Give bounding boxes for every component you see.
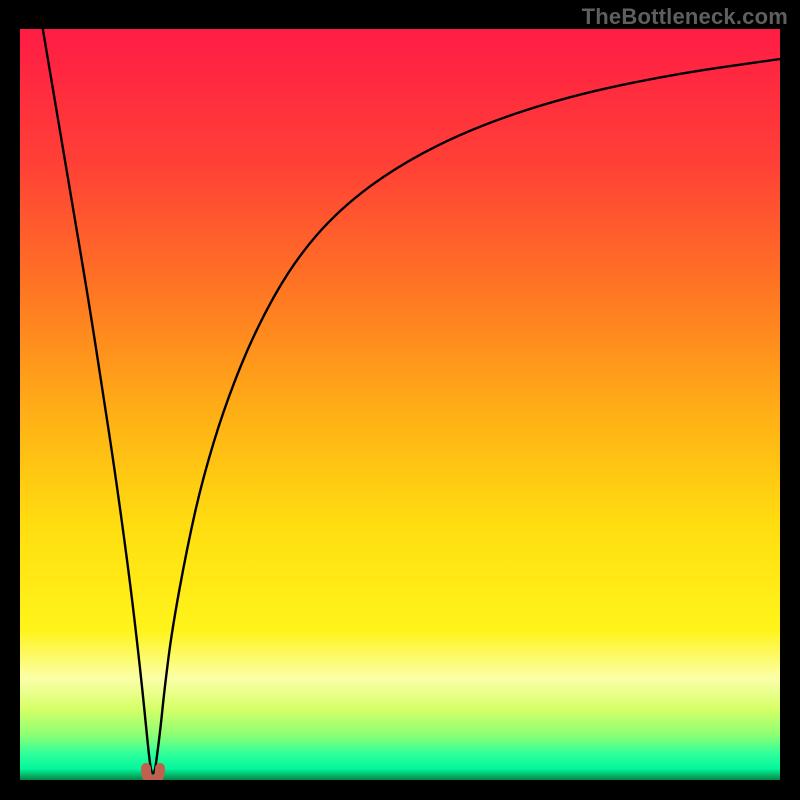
plot-area <box>20 29 780 780</box>
chart-svg <box>20 29 780 780</box>
gradient-background <box>20 29 780 780</box>
attribution-label: TheBottleneck.com <box>582 4 788 30</box>
chart-frame: TheBottleneck.com <box>0 0 800 800</box>
